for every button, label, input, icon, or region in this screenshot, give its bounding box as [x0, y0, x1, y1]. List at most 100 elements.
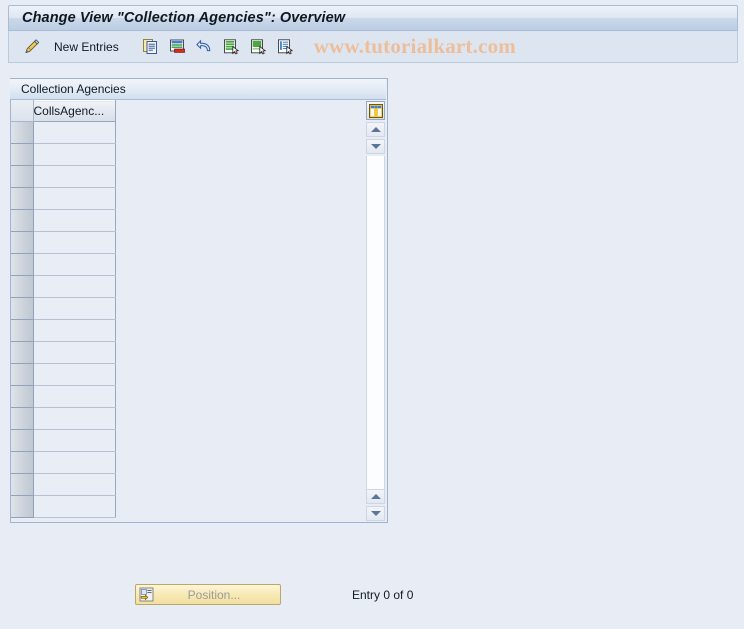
triangle-down-icon [370, 144, 381, 149]
application-toolbar: New Entries www.tutorialkart.com [8, 31, 738, 63]
position-button-label: Position... [187, 587, 241, 602]
row-filler [115, 165, 361, 188]
table-row[interactable] [11, 385, 361, 408]
table-row[interactable] [11, 319, 361, 342]
undo-button[interactable] [192, 35, 217, 59]
row-filler [115, 297, 361, 320]
row-selector-cell[interactable] [11, 121, 34, 144]
delete-button[interactable] [165, 35, 190, 59]
cell-collsagenc[interactable] [33, 275, 116, 298]
row-filler [115, 429, 361, 452]
cell-collsagenc[interactable] [33, 209, 116, 232]
table-row[interactable] [11, 253, 361, 276]
cell-collsagenc[interactable] [33, 495, 116, 518]
row-selector-cell[interactable] [11, 143, 34, 166]
position-button[interactable]: Position... [135, 584, 281, 605]
copy-as-button[interactable] [138, 35, 163, 59]
cell-collsagenc[interactable] [33, 165, 116, 188]
row-filler [115, 407, 361, 430]
scroll-up-button-top[interactable] [366, 122, 385, 137]
select-all-button[interactable] [219, 35, 244, 59]
row-selector-cell[interactable] [11, 451, 34, 474]
row-selector-cell[interactable] [11, 253, 34, 276]
table-row[interactable] [11, 231, 361, 254]
row-filler [115, 231, 361, 254]
table-row[interactable] [11, 495, 361, 518]
details-button[interactable] [273, 35, 298, 59]
grid-table: CollsAgenc... [11, 100, 361, 518]
cell-collsagenc[interactable] [33, 319, 116, 342]
column-header-collsagenc[interactable]: CollsAgenc... [33, 100, 116, 122]
row-selector-cell[interactable] [11, 473, 34, 496]
cell-collsagenc[interactable] [33, 363, 116, 386]
row-selector-cell[interactable] [11, 341, 34, 364]
cell-collsagenc[interactable] [33, 473, 116, 496]
table-row[interactable] [11, 275, 361, 298]
row-filler [115, 143, 361, 166]
new-entries-label: New Entries [54, 39, 119, 54]
deselect-all-button[interactable] [246, 35, 271, 59]
triangle-up-icon [370, 494, 381, 499]
row-selector-cell[interactable] [11, 297, 34, 320]
cell-collsagenc[interactable] [33, 407, 116, 430]
row-selector-cell[interactable] [11, 363, 34, 386]
scroll-up-button-bottom[interactable] [366, 489, 385, 504]
row-selector-cell[interactable] [11, 165, 34, 188]
deselect-all-icon [250, 38, 267, 55]
row-selector-cell[interactable] [11, 495, 34, 518]
scroll-down-button-bottom[interactable] [366, 506, 385, 521]
row-filler [115, 385, 361, 408]
row-selector-cell[interactable] [11, 319, 34, 342]
cell-collsagenc[interactable] [33, 253, 116, 276]
table-row[interactable] [11, 121, 361, 144]
cell-collsagenc[interactable] [33, 429, 116, 452]
table-row[interactable] [11, 429, 361, 452]
row-selector-cell[interactable] [11, 385, 34, 408]
cell-collsagenc[interactable] [33, 297, 116, 320]
table-row[interactable] [11, 143, 361, 166]
scroll-down-button-top[interactable] [366, 139, 385, 154]
row-filler [115, 187, 361, 210]
table-row[interactable] [11, 165, 361, 188]
page-title: Change View "Collection Agencies": Overv… [22, 10, 346, 26]
cell-collsagenc[interactable] [33, 143, 116, 166]
row-selector-cell[interactable] [11, 429, 34, 452]
triangle-down-icon [370, 511, 381, 516]
cell-collsagenc[interactable] [33, 451, 116, 474]
panel-header-label: Collection Agencies [21, 82, 126, 96]
table-row[interactable] [11, 209, 361, 232]
cell-collsagenc[interactable] [33, 121, 116, 144]
edit-pencil-button[interactable] [19, 35, 44, 59]
row-selector-cell[interactable] [11, 407, 34, 430]
table-row[interactable] [11, 341, 361, 364]
table-row[interactable] [11, 297, 361, 320]
cell-collsagenc[interactable] [33, 231, 116, 254]
row-selector-cell[interactable] [11, 187, 34, 210]
site-watermark: www.tutorialkart.com [313, 34, 516, 58]
entry-count-label: Entry 0 of 0 [352, 588, 414, 602]
table-row[interactable] [11, 451, 361, 474]
header-filler [115, 100, 361, 122]
window-title-bar: Change View "Collection Agencies": Overv… [8, 5, 738, 31]
row-selector-cell[interactable] [11, 275, 34, 298]
grid-body [11, 121, 361, 518]
row-filler [115, 473, 361, 496]
grid-vertical-scrollbar-area [364, 100, 386, 522]
position-icon [136, 587, 154, 602]
table-row[interactable] [11, 187, 361, 210]
row-selector-cell[interactable] [11, 231, 34, 254]
data-grid[interactable]: CollsAgenc... [11, 100, 386, 522]
scrollbar-track[interactable] [366, 156, 385, 489]
cell-collsagenc[interactable] [33, 341, 116, 364]
row-filler [115, 341, 361, 364]
cell-collsagenc[interactable] [33, 187, 116, 210]
table-row[interactable] [11, 407, 361, 430]
undo-icon [195, 38, 213, 55]
select-all-corner-cell[interactable] [11, 100, 34, 122]
cell-collsagenc[interactable] [33, 385, 116, 408]
new-entries-button[interactable]: New Entries [46, 35, 127, 59]
table-settings-icon[interactable] [366, 101, 385, 120]
table-row[interactable] [11, 473, 361, 496]
table-row[interactable] [11, 363, 361, 386]
row-selector-cell[interactable] [11, 209, 34, 232]
